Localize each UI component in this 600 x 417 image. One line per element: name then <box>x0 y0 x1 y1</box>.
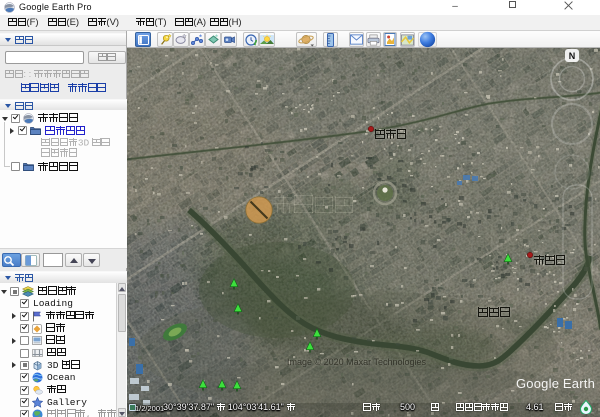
svg-text:N: N <box>569 51 576 61</box>
